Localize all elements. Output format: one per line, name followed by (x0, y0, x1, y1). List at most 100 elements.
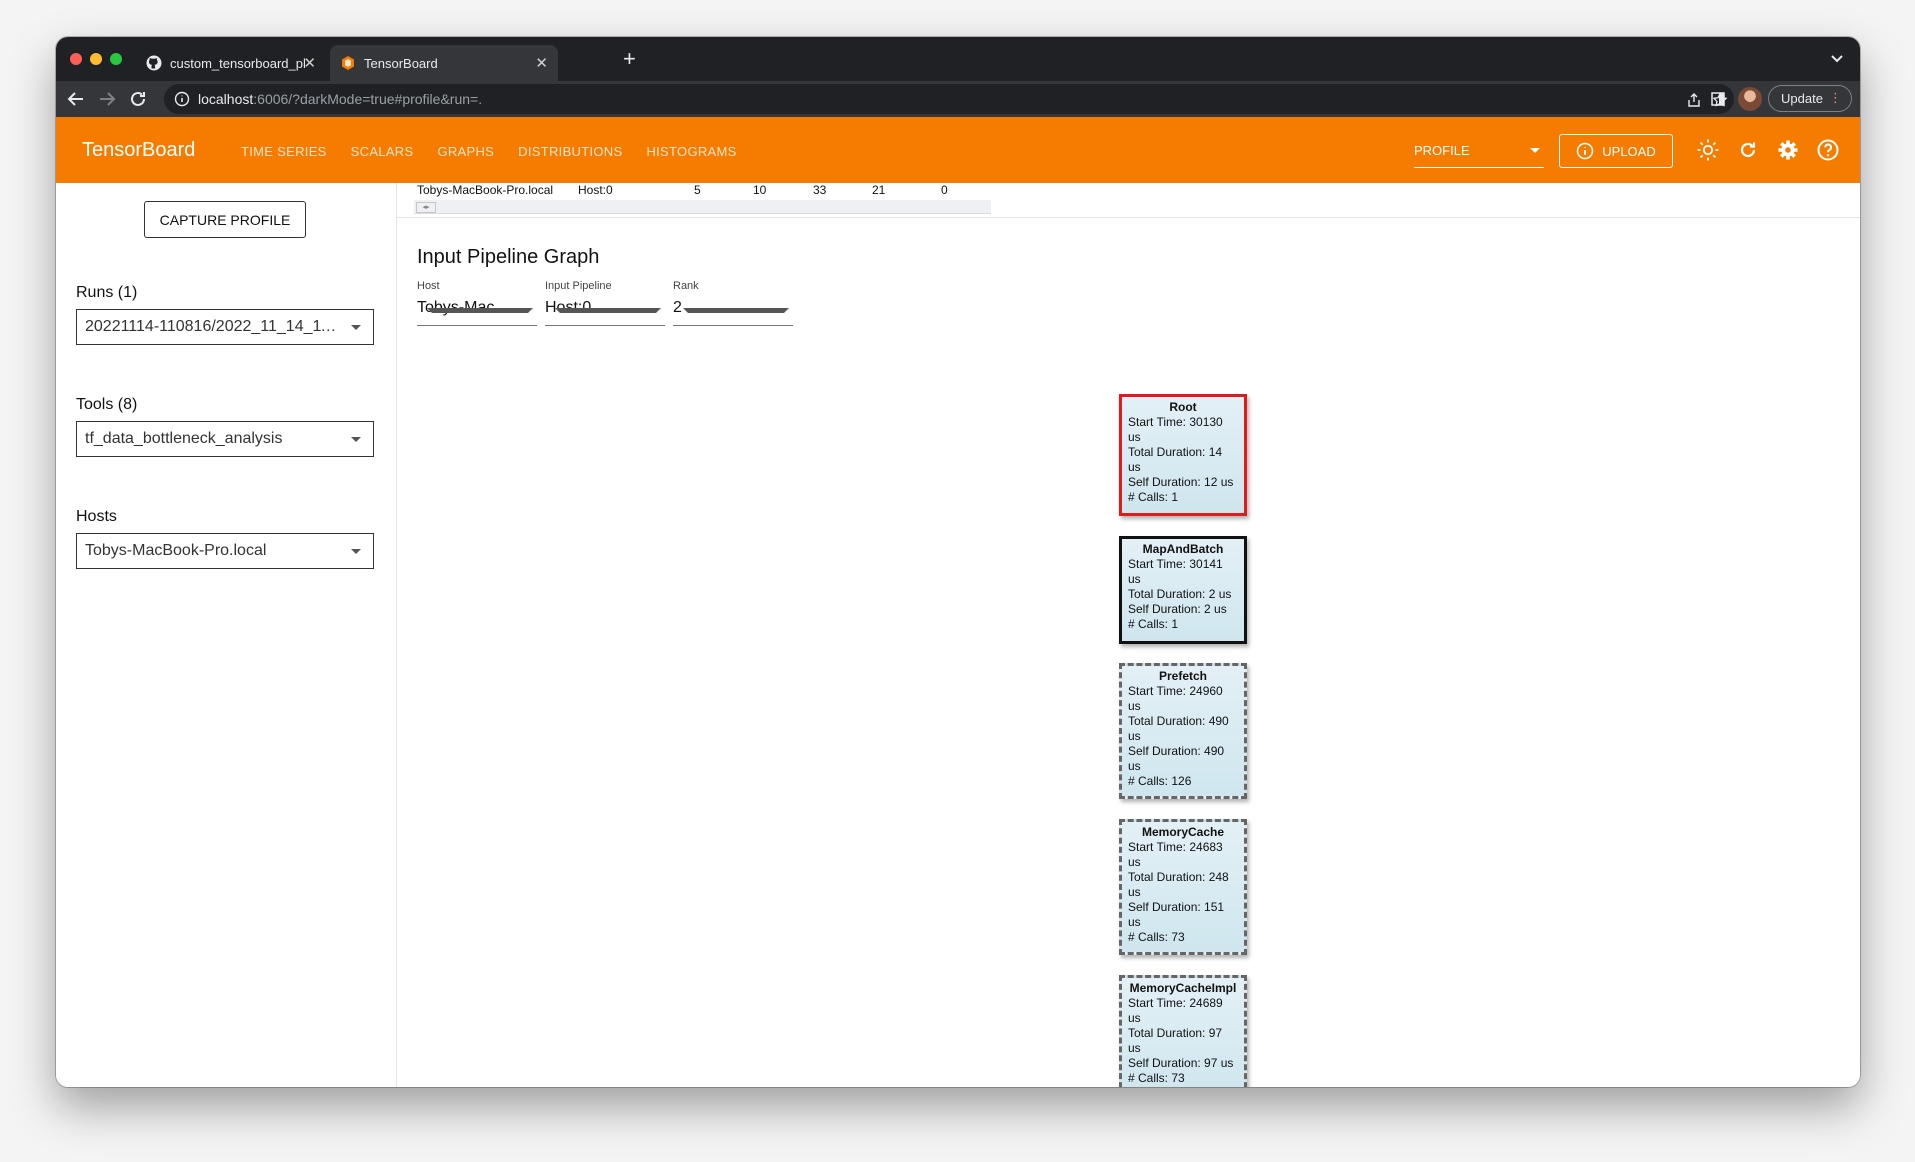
browser-window: custom_tensorboard_plugin/de ✕ TensorBoa… (56, 37, 1860, 1087)
help-icon[interactable] (1816, 138, 1840, 162)
node-detail: Total Duration: 2 us (1128, 587, 1232, 601)
tab-github[interactable]: custom_tensorboard_plugin/de ✕ (136, 45, 326, 81)
brand-title: TensorBoard (82, 139, 196, 161)
node-detail: Self Duration: 97 us (1128, 1056, 1234, 1070)
chevron-down-icon (683, 308, 789, 313)
node-name: MapAndBatch (1142, 542, 1224, 556)
table-cell: 10 (753, 183, 767, 197)
close-window-icon[interactable] (70, 53, 82, 65)
tab-title: TensorBoard (364, 55, 438, 71)
side-panel-icon[interactable] (1710, 91, 1726, 107)
host-filter-select[interactable]: Tobys-MacBook-Pro.local (417, 299, 537, 326)
node-detail: us (1128, 915, 1141, 929)
node-detail: # Calls: 73 (1128, 930, 1185, 944)
pipeline-filter: Input Pipeline Host:0 (545, 280, 665, 326)
hosts-select[interactable]: Tobys-MacBook-Pro.local (76, 533, 374, 569)
plugin-select[interactable]: PROFILE (1414, 139, 1544, 168)
gear-icon[interactable] (1776, 138, 1800, 162)
bottleneck-table: Tobys-MacBook-Pro.local Host:0 5 10 33 2… (397, 183, 991, 217)
chevron-down-icon (351, 549, 361, 554)
graph-node-memorycache[interactable]: MemoryCache Start Time: 24683 us Total D… (1119, 819, 1247, 955)
graph-node-mapandbatch[interactable]: MapAndBatch Start Time: 30141 us Total D… (1119, 536, 1247, 644)
table-cell: 33 (813, 183, 827, 197)
runs-select[interactable]: 20221114-110816/2022_11_14_11_08_16 (76, 309, 374, 345)
node-detail: # Calls: 126 (1128, 774, 1192, 788)
tools-select[interactable]: tf_data_bottleneck_analysis (76, 421, 374, 457)
table-pager: ◂▸ (414, 200, 991, 214)
node-detail: us (1128, 855, 1141, 869)
tab-tensorboard[interactable]: TensorBoard ✕ (330, 45, 558, 81)
chevron-down-icon[interactable] (1828, 49, 1846, 67)
node-detail: us (1128, 572, 1141, 586)
node-detail: Start Time: 30141 (1128, 557, 1223, 571)
node-detail: Start Time: 24683 (1128, 840, 1223, 854)
capture-profile-button[interactable]: CAPTURE PROFILE (144, 201, 306, 238)
page-arrows-icon[interactable]: ◂▸ (416, 202, 436, 213)
address-bar[interactable]: localhost:6006/?darkMode=true#profile&ru… (164, 84, 1734, 114)
close-tab-icon[interactable]: ✕ (535, 54, 548, 72)
host-filter: Host Tobys-MacBook-Pro.local (417, 280, 537, 326)
close-tab-icon[interactable]: ✕ (303, 54, 316, 72)
chevron-down-icon (1530, 148, 1540, 153)
table-cell-pipeline: Host:0 (578, 183, 613, 197)
more-vert-icon[interactable]: ⋮ (1829, 90, 1842, 106)
graph-node-memorycacheimpl[interactable]: MemoryCacheImpl Start Time: 24689 us Tot… (1119, 975, 1247, 1087)
nav-time-series[interactable]: TIME SERIES (241, 144, 327, 159)
node-detail: us (1128, 759, 1141, 773)
new-tab-icon[interactable]: + (623, 48, 636, 70)
url-host: localhost (198, 91, 254, 107)
info-icon (1577, 142, 1594, 160)
node-detail: # Calls: 1 (1128, 490, 1179, 504)
node-detail: Start Time: 30130 (1128, 415, 1223, 429)
node-detail: us (1128, 1011, 1141, 1025)
reload-icon[interactable] (1736, 138, 1760, 162)
rank-filter-select[interactable]: 2 (673, 299, 793, 326)
sun-icon[interactable] (1696, 138, 1720, 162)
update-button[interactable]: Update ⋮ (1768, 85, 1852, 112)
github-icon (146, 55, 162, 71)
node-detail: # Calls: 1 (1128, 617, 1179, 631)
node-detail: Start Time: 24960 (1128, 684, 1223, 698)
runs-label: Runs (1) (76, 284, 138, 301)
nav-histograms[interactable]: HISTOGRAMS (646, 144, 736, 159)
node-detail: Total Duration: 248 (1128, 870, 1229, 884)
avatar[interactable] (1738, 87, 1762, 111)
reload-icon[interactable] (127, 88, 149, 110)
nav-graphs[interactable]: GRAPHS (437, 144, 494, 159)
table-cell: 0 (941, 183, 948, 197)
tab-title: custom_tensorboard_plugin/de (170, 55, 306, 71)
graph-node-root[interactable]: Root Start Time: 30130 us Total Duration… (1119, 394, 1247, 516)
nav-scalars[interactable]: SCALARS (351, 144, 414, 159)
upload-button[interactable]: UPLOAD (1559, 134, 1673, 168)
tensorboard-icon (342, 56, 354, 70)
node-detail: Start Time: 24689 (1128, 996, 1223, 1010)
node-detail: us (1128, 885, 1141, 899)
hosts-label: Hosts (76, 508, 117, 525)
sidebar: CAPTURE PROFILE Runs (1) 20221114-110816… (56, 183, 397, 1087)
node-detail: us (1128, 430, 1141, 444)
upload-label: UPLOAD (1602, 143, 1656, 159)
node-detail: # Calls: 73 (1128, 1071, 1185, 1085)
plugin-nav: TIME SERIES SCALARS GRAPHS DISTRIBUTIONS… (241, 144, 737, 159)
minimize-window-icon[interactable] (90, 53, 102, 65)
tools-select-value: tf_data_bottleneck_analysis (85, 430, 283, 447)
main-content: Tobys-MacBook-Pro.local Host:0 5 10 33 2… (397, 183, 1860, 1087)
back-icon[interactable] (65, 88, 87, 110)
section-title: Input Pipeline Graph (417, 246, 600, 268)
url-path: :6006/?darkMode=true#profile&run=. (253, 91, 483, 107)
maximize-window-icon[interactable] (110, 53, 122, 65)
forward-icon[interactable] (96, 88, 118, 110)
node-detail: Self Duration: 151 (1128, 900, 1225, 914)
info-icon[interactable] (174, 91, 190, 107)
node-name: Prefetch (1158, 669, 1208, 683)
node-name: MemoryCacheImpl (1129, 981, 1237, 995)
tab-strip: custom_tensorboard_plugin/de ✕ TensorBoa… (56, 37, 1860, 81)
node-detail: Total Duration: 490 (1128, 714, 1229, 728)
browser-toolbar: localhost:6006/?darkMode=true#profile&ru… (56, 81, 1860, 117)
chevron-down-icon (555, 308, 661, 313)
share-icon[interactable] (1686, 92, 1702, 108)
nav-distributions[interactable]: DISTRIBUTIONS (518, 144, 622, 159)
graph-node-prefetch[interactable]: Prefetch Start Time: 24960 us Total Dura… (1119, 663, 1247, 799)
pipeline-filter-select[interactable]: Host:0 (545, 299, 665, 326)
chevron-down-icon (427, 308, 533, 313)
